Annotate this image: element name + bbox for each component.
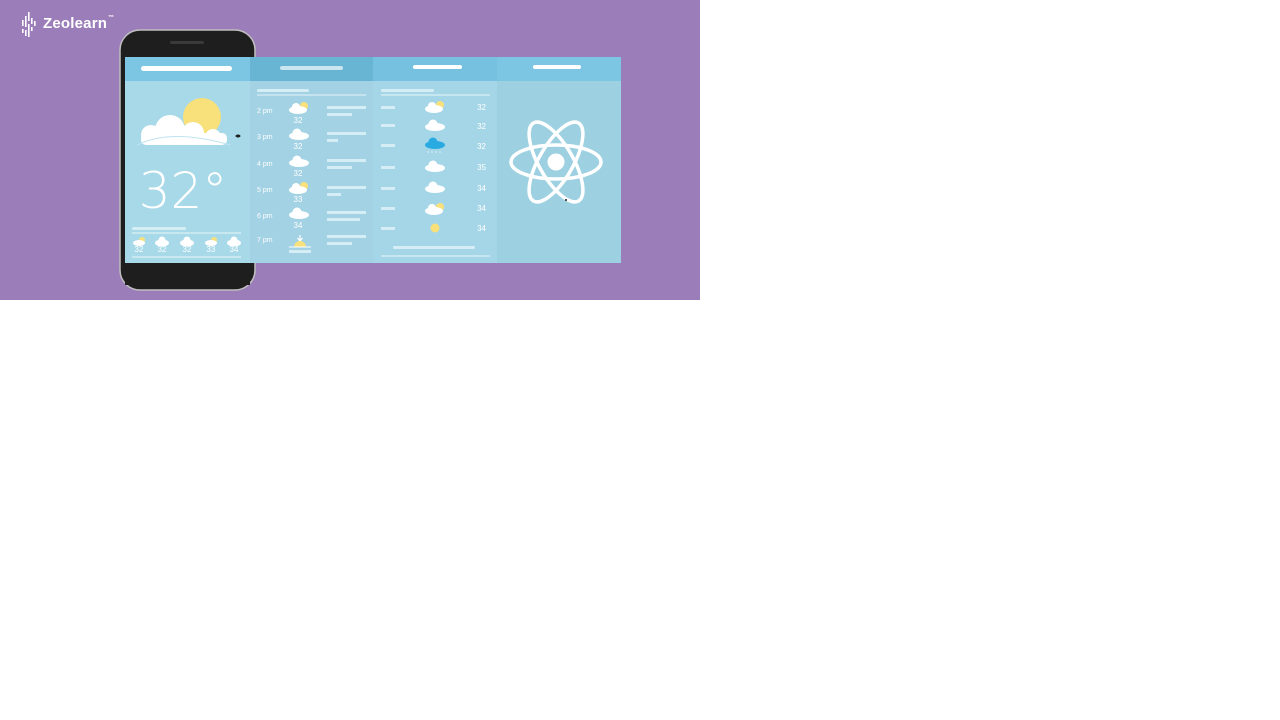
sun-icon [430,223,440,233]
daily-temp: 32 [477,122,486,131]
daily-title-bar [381,89,434,92]
hourly-temp: 34 [294,221,303,230]
hourly-time: 6 pm [257,213,273,220]
daily-temp: 34 [477,224,486,233]
hourly-time: 4 pm [257,161,273,168]
hourly-temp: 32 [294,169,303,178]
phone-speaker [170,41,204,44]
hourly-title-bar [257,89,309,92]
daily-temp: 34 [477,204,486,213]
hourly-temp: 32 [294,116,303,125]
mini-forecast-temp: 33 [207,245,216,254]
current-weather-panel [125,57,250,263]
zeolearn-banner: 32° 32 32 32 33 34 2 pm 32 3 pm 32 4 pm … [0,0,700,300]
mini-forecast-temp: 32 [183,245,192,254]
brand-name: Zeolearn [43,15,108,32]
hourly-header-bar [280,66,343,70]
zeolearn-logo: Zeolearn™ [43,15,114,32]
daily-temp: 35 [477,163,486,172]
hourly-time: 2 pm [257,108,273,115]
banner-illustration: 32° 32 32 32 33 34 2 pm 32 3 pm 32 4 pm … [0,0,700,300]
mini-forecast-temp: 32 [135,245,144,254]
daily-temp: 34 [477,184,486,193]
daily-temp: 32 [477,103,486,112]
hourly-temp: 32 [294,142,303,151]
hourly-time: 7 pm [257,237,273,244]
daily-footer-bar [393,246,475,249]
trademark-mark: ™ [108,15,115,21]
daily-header-bar [413,65,462,69]
phone-bottom-bezel [125,263,250,285]
location-bar [132,227,186,230]
mini-forecast-temp: 34 [230,245,239,254]
camera-dot [235,134,241,138]
mini-forecast-temp: 32 [158,245,167,254]
hourly-temp: 33 [294,195,303,204]
react-header-bar [533,65,581,69]
cursor-dot [565,199,567,201]
hourly-time: 5 pm [257,187,273,194]
current-temperature: 32° [139,162,228,220]
current-header-bar [141,66,232,71]
hourly-time: 3 pm [257,134,273,141]
daily-temp: 32 [477,142,486,151]
